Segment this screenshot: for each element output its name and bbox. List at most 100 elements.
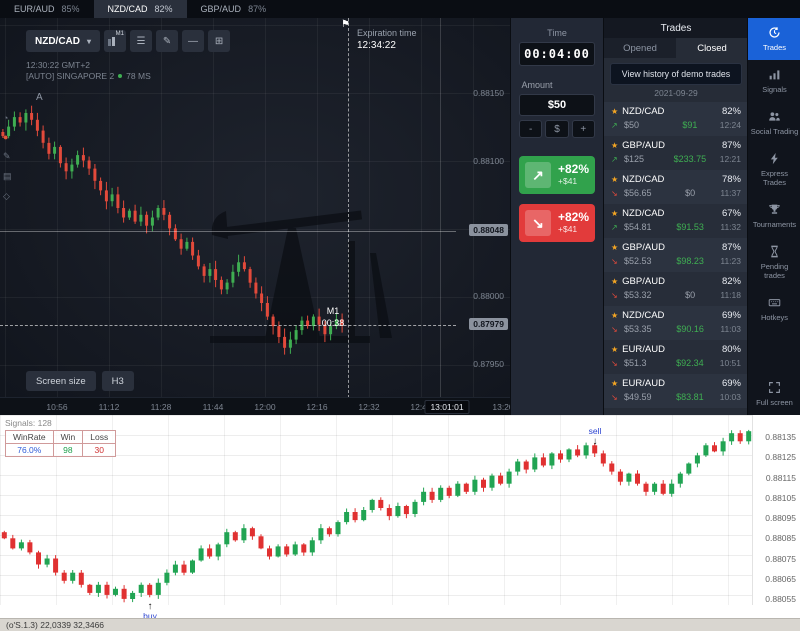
sidebar-item-pending-trades[interactable]: Pending trades <box>748 237 800 288</box>
trades-icon <box>768 26 781 39</box>
history-chart-panel[interactable]: ↑buysell↓ 0.881350.881250.881150.881050.… <box>0 415 800 618</box>
sidebar-item-tournaments[interactable]: Tournaments <box>748 195 800 237</box>
tab-closed[interactable]: Closed <box>676 38 748 58</box>
trade-row[interactable]: ★ NZD/CAD 82% ↗ $50 $91 12:24 <box>604 102 748 136</box>
trade-percent: 87% <box>722 140 741 151</box>
favorite-star-icon: ★ <box>611 311 618 320</box>
right-sidebar-items: TradesSignalsSocial Trading Express Trade… <box>748 18 800 330</box>
indicators-button[interactable]: ☰ <box>130 30 152 52</box>
time-tick: 13:20 <box>492 402 510 412</box>
trades-panel-title: Trades <box>604 18 748 38</box>
shapes-tool-icon[interactable]: ◇ <box>3 191 12 202</box>
currency-button[interactable]: $ <box>545 120 568 138</box>
layers-tool-icon[interactable]: ▤ <box>3 171 12 182</box>
instrument-name: NZD/CAD <box>35 36 80 47</box>
pending-trades-icon <box>768 245 781 258</box>
pair-tab-eur-aud[interactable]: EUR/AUD85% <box>0 0 94 18</box>
tournaments-icon <box>768 203 781 216</box>
trade-row[interactable]: ★ GBP/AUD 87% ↗ $125 $233.75 12:21 <box>604 136 748 170</box>
winrate-header: WinRate <box>6 431 54 444</box>
sidebar-item-trades[interactable]: Trades <box>748 18 800 60</box>
trade-row[interactable]: ★ GBP/AUD 82% ↘ $53.32 $0 11:18 <box>604 272 748 306</box>
trade-amount: $51.3 <box>624 358 660 368</box>
status-bar: (o'S.1.3) 22,0339 32,3466 <box>0 618 800 631</box>
price-badge: 0.88048 <box>469 224 508 236</box>
trade-row[interactable]: ★ EUR/AUD 69% ↘ $49.59 $83.81 10:03 <box>604 374 748 408</box>
trade-row[interactable]: ★ NZD/CAD 67% ↗ $54.81 $91.53 11:32 <box>604 204 748 238</box>
trade-pair: GBP/AUD <box>622 140 718 151</box>
favorite-star-icon: ★ <box>611 345 618 354</box>
trade-pair: NZD/CAD <box>622 106 718 117</box>
sidebar-item-signals[interactable]: Signals <box>748 60 800 102</box>
trade-row[interactable]: ★ NZD/CAD 69% ↘ $53.35 $90.16 11:03 <box>604 306 748 340</box>
sell-button[interactable]: ↘ +82% +$41 <box>519 204 595 242</box>
trade-direction-up-icon: ↗ <box>611 155 620 164</box>
arrow-up-right-icon: ↗ <box>525 162 551 188</box>
draw-tool-icon[interactable]: ✎ <box>3 151 12 162</box>
trade-result: $90.16 <box>664 324 716 334</box>
gauge-tool-icon[interactable]: ◔ <box>3 113 12 123</box>
win-header: Win <box>53 431 83 444</box>
price-chart[interactable]: ⚑ Expiration time 12:34:22 M1 00:38 NZD/… <box>0 18 510 415</box>
line-tool-button[interactable]: — <box>182 30 204 52</box>
pair-tab-gbp-aud[interactable]: GBP/AUD87% <box>187 0 281 18</box>
trade-pair: NZD/CAD <box>622 310 718 321</box>
winrate-value: 76.0% <box>6 444 54 457</box>
sidebar-item-label: Express Trades <box>750 169 799 187</box>
trade-row[interactable]: ★ NZD/CAD 78% ↘ $56.65 $0 11:37 <box>604 170 748 204</box>
sidebar-item-social-trading[interactable]: Social Trading <box>748 102 800 144</box>
sidebar-item-hotkeys[interactable]: Hotkeys <box>748 288 800 330</box>
trade-direction-down-icon: ↘ <box>611 291 620 300</box>
right-sidebar: TradesSignalsSocial Trading Express Trade… <box>747 18 800 415</box>
price-tick: 0.88115 <box>766 473 796 483</box>
trade-direction-down-icon: ↘ <box>611 189 620 198</box>
trade-controls: Time 00:04:00 Amount $50 - $ + ↗ +82% +$… <box>510 18 603 415</box>
trade-time: 11:03 <box>720 324 741 334</box>
sidebar-item-express-trades[interactable]: Express Trades <box>748 144 800 195</box>
hotkeys-icon <box>768 296 781 309</box>
view-history-button[interactable]: View history of demo trades <box>610 63 742 85</box>
trade-percent: 87% <box>722 242 741 253</box>
instrument-select[interactable]: NZD/CAD ▾ <box>26 30 100 52</box>
trade-time: 11:18 <box>720 290 741 300</box>
favorite-star-icon: ★ <box>611 379 618 388</box>
buy-button[interactable]: ↗ +82% +$41 <box>519 156 595 194</box>
amount-decrease-button[interactable]: - <box>519 120 542 138</box>
trade-time: 12:21 <box>720 154 741 164</box>
screen-size-button[interactable]: Screen size <box>26 371 96 391</box>
timeframe-button[interactable]: M1 <box>104 30 126 52</box>
pencil-icon: ✎ <box>163 36 171 47</box>
amount-input[interactable]: $50 <box>519 94 595 116</box>
trade-amount: $54.81 <box>624 222 660 232</box>
favorite-star-icon: ★ <box>611 107 618 116</box>
record-tool-icon[interactable]: ● <box>3 132 12 142</box>
trade-direction-down-icon: ↘ <box>611 359 620 368</box>
trade-pair: NZD/CAD <box>622 208 718 219</box>
trade-row[interactable]: ★ GBP/AUD 87% ↘ $52.53 $98.23 11:23 <box>604 238 748 272</box>
expiration-time-input[interactable]: 00:04:00 <box>519 42 595 66</box>
layout-button[interactable]: ⊞ <box>208 30 230 52</box>
sidebar-spacer <box>748 330 800 373</box>
trade-time: 10:03 <box>720 392 741 402</box>
sell-profit: +$41 <box>558 225 589 235</box>
period-button[interactable]: H3 <box>102 371 134 391</box>
price-tick: 0.88065 <box>765 574 796 584</box>
time-label: Time <box>519 28 595 38</box>
trade-direction-down-icon: ↘ <box>611 393 620 402</box>
trade-result: $0 <box>664 290 716 300</box>
trade-result: $0 <box>664 188 716 198</box>
price-tick: 0.88135 <box>765 432 796 442</box>
trade-result: $92.34 <box>664 358 716 368</box>
drawing-button[interactable]: ✎ <box>156 30 178 52</box>
trade-row[interactable]: ★ EUR/AUD 80% ↘ $51.3 $92.34 10:51 <box>604 340 748 374</box>
time-tick: 12:16 <box>306 402 327 412</box>
amount-increase-button[interactable]: + <box>572 120 595 138</box>
price-tick: 0.88095 <box>765 513 796 523</box>
tab-opened[interactable]: Opened <box>604 38 676 58</box>
signals-icon <box>768 68 781 81</box>
winrate-table: WinRate Win Loss 76.0% 98 30 <box>5 430 116 457</box>
status-text: (o'S.1.3) 22,0339 32,3466 <box>6 620 104 630</box>
trade-result: $91.53 <box>664 222 716 232</box>
pair-tab-nzd-cad[interactable]: NZD/CAD82% <box>94 0 187 18</box>
fullscreen-button[interactable]: Full screen <box>748 373 800 415</box>
